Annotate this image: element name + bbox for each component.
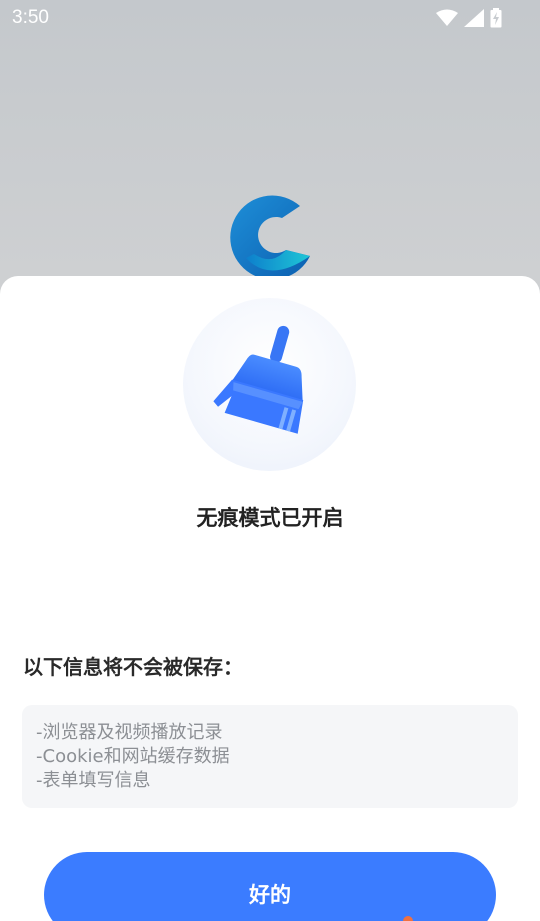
status-time: 3:50 [12, 7, 49, 28]
notification-dot [403, 916, 413, 921]
info-list: -浏览器及视频播放记录 -Cookie和网站缓存数据 -表单填写信息 [22, 705, 518, 808]
list-item: -Cookie和网站缓存数据 [36, 746, 230, 767]
status-bar: 3:50 [0, 0, 540, 36]
wifi-icon [436, 9, 458, 26]
app-logo-icon [230, 195, 310, 278]
battery-charging-icon [490, 8, 502, 28]
dialog-title: 无痕模式已开启 [196, 506, 344, 530]
list-item: -浏览器及视频播放记录 [36, 722, 223, 743]
broom-icon [213, 325, 304, 434]
status-icons [436, 8, 502, 28]
dialog-subheading: 以下信息将不会被保存： [23, 655, 243, 679]
ok-button[interactable]: 好的 [44, 852, 496, 921]
icon-circle [183, 298, 356, 471]
cell-signal-icon [464, 9, 484, 27]
incognito-dialog: 无痕模式已开启 以下信息将不会被保存： -浏览器及视频播放记录 -Cookie和… [0, 276, 540, 921]
list-item: -表单填写信息 [36, 770, 151, 791]
